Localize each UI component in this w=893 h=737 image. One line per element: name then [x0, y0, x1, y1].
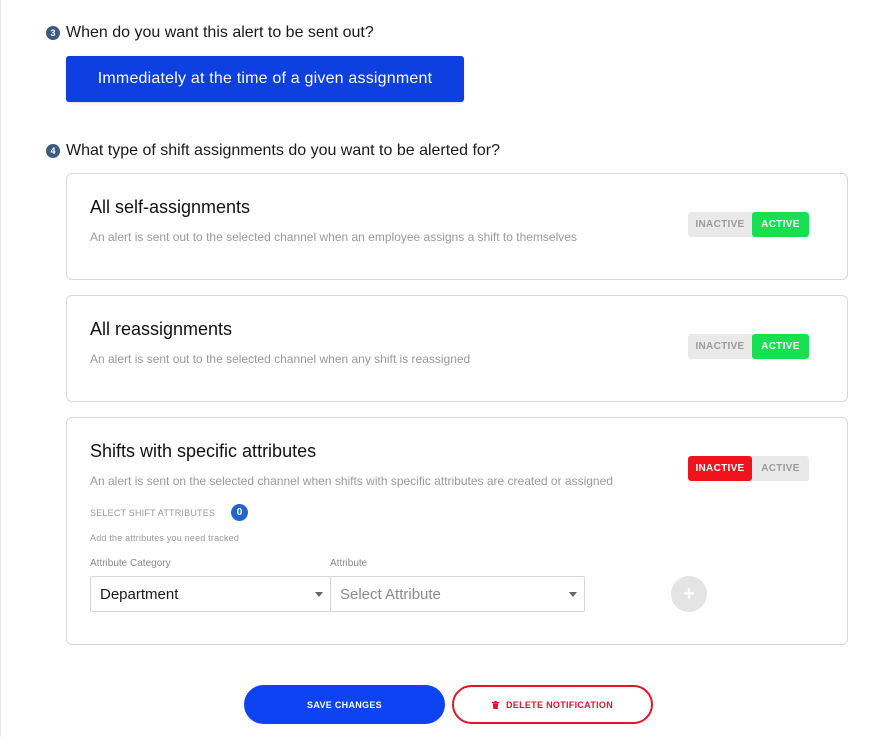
card-title: Shifts with specific attributes: [90, 441, 317, 461]
toggle-active-option[interactable]: ACTIVE: [752, 212, 809, 237]
card-self-assignments: All self-assignments An alert is sent ou…: [66, 173, 848, 280]
delete-notification-button[interactable]: DELETE NOTIFICATION: [452, 685, 653, 724]
card-title: All reassignments: [90, 319, 233, 339]
timing-select-button[interactable]: Immediately at the time of a given assig…: [66, 56, 464, 102]
attribute-count-badge: 0: [231, 504, 248, 521]
delete-notification-label: DELETE NOTIFICATION: [505, 699, 614, 710]
step-number-badge: 4: [46, 144, 60, 158]
toggle-inactive-option[interactable]: INACTIVE: [688, 334, 752, 359]
card-description: An alert is sent on the selected channel…: [90, 474, 613, 488]
attribute-label: Attribute: [330, 558, 368, 569]
toggle-inactive-option[interactable]: INACTIVE: [688, 212, 752, 237]
card-reassignments: All reassignments An alert is sent out t…: [66, 295, 848, 402]
status-toggle[interactable]: INACTIVE ACTIVE: [688, 456, 809, 481]
toggle-inactive-option[interactable]: INACTIVE: [688, 456, 752, 481]
attribute-placeholder: Select Attribute: [340, 585, 441, 603]
status-toggle[interactable]: INACTIVE ACTIVE: [688, 212, 809, 237]
attribute-category-label: Attribute Category: [90, 558, 171, 569]
card-description: An alert is sent out to the selected cha…: [90, 230, 577, 244]
status-toggle[interactable]: INACTIVE ACTIVE: [688, 334, 809, 359]
attribute-category-value: Department: [100, 585, 179, 603]
add-attribute-button[interactable]: +: [671, 576, 707, 612]
select-attributes-label: SELECT SHIFT ATTRIBUTES: [90, 508, 216, 518]
save-changes-label: SAVE CHANGES: [307, 699, 382, 710]
step-number-badge: 3: [46, 26, 60, 40]
attribute-select[interactable]: Select Attribute: [330, 576, 585, 612]
attributes-hint: Add the attributes you need tracked: [90, 533, 240, 543]
card-specific-attributes: Shifts with specific attributes An alert…: [66, 417, 848, 645]
toggle-active-option[interactable]: ACTIVE: [752, 334, 809, 359]
toggle-active-option[interactable]: ACTIVE: [752, 456, 809, 481]
save-changes-button[interactable]: SAVE CHANGES: [244, 685, 445, 724]
step-3-question: When do you want this alert to be sent o…: [66, 24, 374, 41]
step-4-question: What type of shift assignments do you wa…: [66, 142, 501, 159]
step-3-header: 3 When do you want this alert to be sent…: [46, 24, 374, 42]
step-4-header: 4 What type of shift assignments do you …: [46, 142, 500, 160]
left-divider: [0, 0, 1, 737]
card-title: All self-assignments: [90, 197, 251, 217]
chevron-down-icon: [569, 592, 577, 597]
attribute-category-select[interactable]: Department: [90, 576, 331, 612]
card-description: An alert is sent out to the selected cha…: [90, 352, 471, 366]
trash-icon: [491, 700, 499, 709]
chevron-down-icon: [315, 592, 323, 597]
